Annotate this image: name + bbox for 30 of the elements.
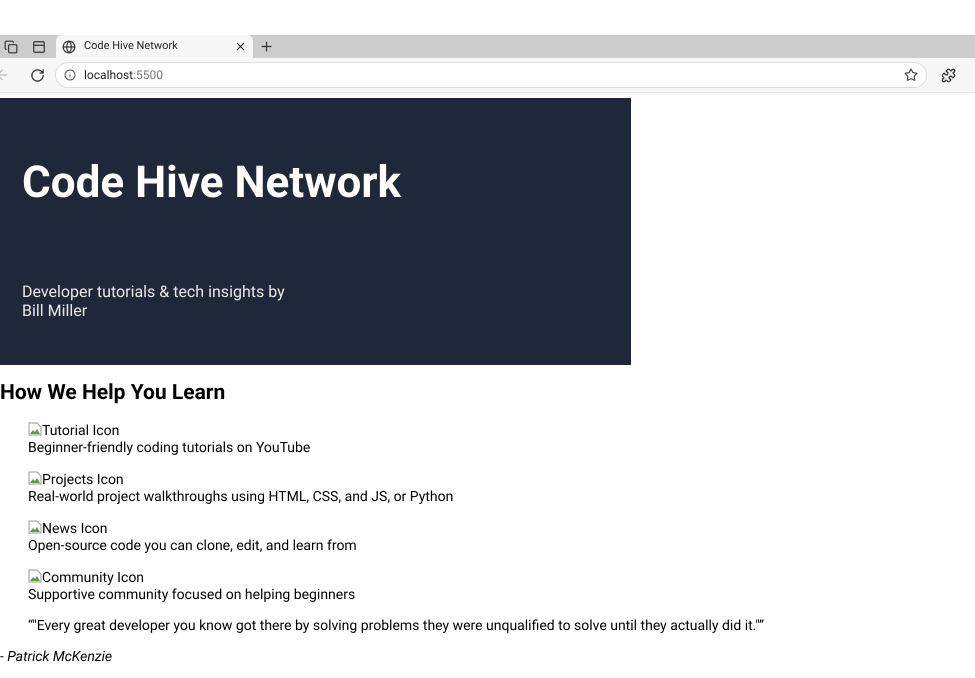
quote-author: - Patrick McKenzie — [0, 649, 114, 666]
new-tab-icon[interactable] — [259, 39, 274, 54]
feature-text: Supportive community focused on helping beginners — [28, 587, 356, 604]
workspaces-icon[interactable] — [4, 40, 18, 54]
extensions-icon[interactable] — [941, 68, 956, 82]
quote-text: “"Every great developer you know got there by solving problems they were unqualified to solve until they actually did it."” — [28, 618, 765, 635]
broken-image-icon — [28, 569, 42, 583]
star-icon[interactable] — [904, 68, 918, 82]
hero-title: Code Hive Network — [22, 160, 402, 204]
address-field[interactable]: localhost:5500 — [55, 62, 927, 88]
broken-image-icon — [28, 422, 42, 436]
reload-icon[interactable] — [30, 68, 45, 82]
section-heading: How We Help You Learn — [0, 383, 226, 404]
browser-tab[interactable]: Code Hive Network — [56, 35, 253, 58]
broken-image-icon — [28, 520, 42, 534]
image-alt-text: Community Icon — [28, 569, 975, 587]
feature-text: Real-world project walkthroughs using HTML, CSS, and JS, or Python — [28, 489, 454, 506]
image-alt-text: Projects Icon — [28, 471, 975, 489]
tab-panel-icon[interactable] — [32, 40, 46, 54]
image-alt-text: News Icon — [28, 520, 975, 538]
info-icon — [64, 69, 76, 81]
feature-text: Beginner-friendly coding tutorials on YouTube — [28, 440, 312, 457]
close-icon[interactable] — [234, 40, 247, 53]
feature-text: Open-source code you can clone, edit, and learn from — [28, 538, 358, 555]
globe-icon — [62, 40, 76, 54]
image-alt-text: Tutorial Icon — [28, 422, 975, 440]
broken-image-icon — [28, 471, 42, 485]
tab-title: Code Hive Network — [84, 38, 179, 54]
url-text: localhost:5500 — [84, 67, 163, 84]
hero-subtitle: Developer tutorials & tech insights by Bill Miller — [22, 282, 286, 320]
